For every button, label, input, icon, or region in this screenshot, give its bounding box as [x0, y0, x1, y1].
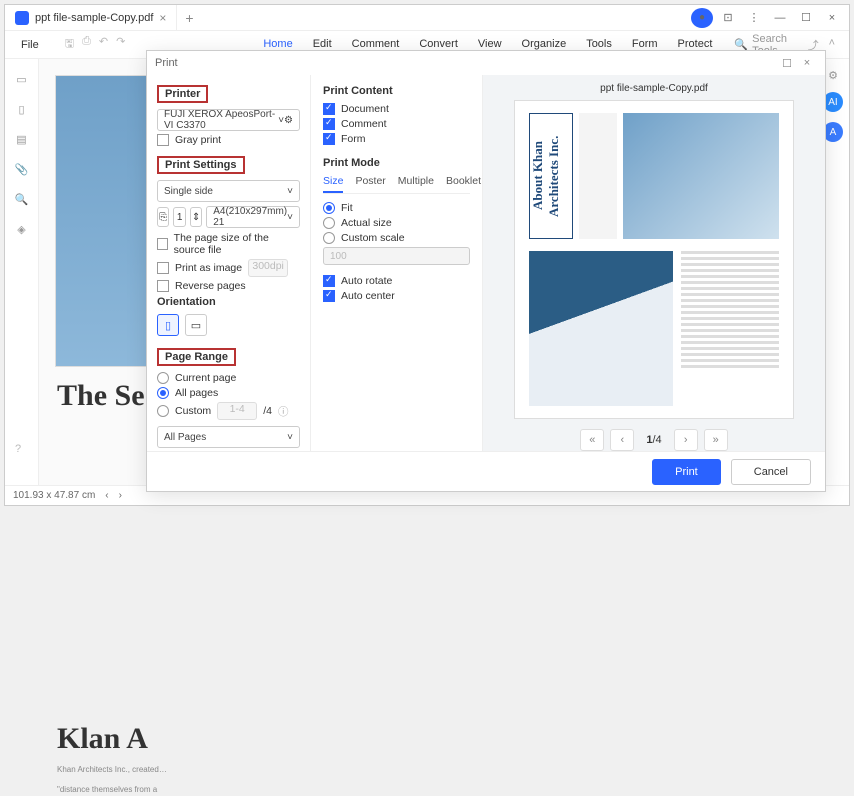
source-size-checkbox[interactable]: The page size of the source file — [157, 232, 300, 256]
printer-select[interactable]: FUJI XEROX ApeosPort-VI C3370 ˅ ⚙ — [157, 109, 300, 131]
feedback-icon[interactable]: ⊡ — [717, 8, 739, 28]
mode-tab-booklet[interactable]: Booklet — [446, 175, 481, 193]
pager-prev[interactable]: ‹ — [610, 429, 634, 451]
page-range-label: Page Range — [157, 348, 236, 366]
custom-range-radio[interactable]: Custom 1-4 /4 ⓘ — [157, 402, 300, 420]
dialog-close-icon[interactable]: × — [797, 57, 817, 69]
auto-center-checkbox[interactable]: Auto center — [323, 290, 470, 302]
preview-image-2 — [529, 251, 673, 406]
left-rail: ▭ ▯ ▤ 📎 🔍 ◈ — [5, 59, 39, 485]
copies-input[interactable]: 1 — [173, 207, 185, 227]
preview-pager: « ‹ 1/4 › » — [580, 429, 727, 451]
pager-first[interactable]: « — [580, 429, 604, 451]
cancel-button[interactable]: Cancel — [731, 459, 811, 485]
dialog-title: Print — [155, 57, 178, 69]
more-icon[interactable]: ⋮ — [743, 8, 765, 28]
mode-tab-multiple[interactable]: Multiple — [398, 175, 434, 193]
sides-select[interactable]: Single side˅ — [157, 180, 300, 202]
reverse-pages-checkbox[interactable]: Reverse pages — [157, 280, 300, 292]
print-content-label: Print Content — [323, 85, 470, 97]
help-icon[interactable]: ? — [15, 443, 21, 455]
undo-icon[interactable]: ↶ — [99, 35, 108, 54]
assist-button[interactable]: A — [823, 122, 843, 142]
user-avatar[interactable]: ● — [691, 8, 713, 28]
content-document-checkbox[interactable]: Document — [323, 103, 470, 115]
printer-section-label: Printer — [157, 85, 208, 103]
page-total: /4 — [263, 405, 272, 417]
print-dialog: Print ☐ × Printer FUJI XEROX ApeosPort-V… — [146, 50, 826, 492]
preview-title: ppt file-sample-Copy.pdf — [600, 83, 708, 94]
chevron-down-icon: ˅ — [287, 186, 293, 197]
mode-tab-size[interactable]: Size — [323, 175, 343, 193]
dpi-input[interactable]: 300dpi — [248, 259, 288, 277]
preview-side-block — [579, 113, 617, 239]
layers-icon[interactable]: ◈ — [14, 221, 30, 237]
next-page-icon[interactable]: › — [119, 490, 122, 501]
maximize-button[interactable]: ☐ — [795, 8, 817, 28]
cursor-coords: 101.93 x 47.87 cm — [13, 490, 95, 501]
printer-settings-icon[interactable]: ⚙ — [284, 115, 293, 126]
print-as-image-checkbox[interactable]: Print as image300dpi — [157, 259, 300, 277]
print-preview: About Khan Architects Inc. — [514, 100, 794, 419]
actual-size-radio[interactable]: Actual size — [323, 217, 470, 229]
thumbnail-icon[interactable]: ▭ — [14, 71, 30, 87]
sliders-icon[interactable]: ⚙ — [828, 69, 838, 82]
collapse-ribbon-icon[interactable]: ˄ — [829, 37, 835, 53]
search-panel-icon[interactable]: 🔍 — [14, 191, 30, 207]
orientation-portrait[interactable]: ▯ — [157, 314, 179, 336]
app-icon — [15, 11, 29, 25]
close-window-button[interactable]: × — [821, 8, 843, 28]
custom-range-input[interactable]: 1-4 — [217, 402, 257, 420]
chevron-down-icon: ˅ — [287, 432, 293, 443]
document-tab[interactable]: ppt file-sample-Copy.pdf × — [5, 5, 177, 31]
redo-icon[interactable]: ↷ — [116, 35, 125, 54]
pager-next[interactable]: › — [674, 429, 698, 451]
orientation-label: Orientation — [157, 296, 300, 308]
gray-print-checkbox[interactable]: Gray print — [157, 134, 300, 146]
dialog-maximize-icon[interactable]: ☐ — [777, 57, 797, 70]
paper-select[interactable]: A4(210x297mm) 21˅ — [206, 206, 300, 228]
scale-input[interactable]: 100 — [323, 247, 470, 265]
preview-rotated-heading: About Khan Architects Inc. — [529, 113, 573, 239]
fit-radio[interactable]: Fit — [323, 202, 470, 214]
minimize-button[interactable]: — — [769, 8, 791, 28]
mode-tab-poster[interactable]: Poster — [355, 175, 385, 193]
print-icon[interactable]: ⎙ — [82, 35, 91, 54]
content-comment-checkbox[interactable]: Comment — [323, 118, 470, 130]
outline-icon[interactable]: ▤ — [14, 131, 30, 147]
doc-paragraph: Khan Architects Inc., created… — [57, 765, 799, 775]
pages-subset-select[interactable]: All Pages˅ — [157, 426, 300, 448]
new-tab-button[interactable]: + — [177, 10, 201, 26]
auto-rotate-checkbox[interactable]: Auto rotate — [323, 275, 470, 287]
titlebar: ppt file-sample-Copy.pdf × + ● ⊡ ⋮ — ☐ × — [5, 5, 849, 31]
custom-scale-radio[interactable]: Custom scale — [323, 232, 470, 244]
print-mode-label: Print Mode — [323, 157, 470, 169]
current-page-radio[interactable]: Current page — [157, 372, 300, 384]
orientation-landscape[interactable]: ▭ — [185, 314, 207, 336]
tab-close-icon[interactable]: × — [159, 11, 166, 25]
file-menu[interactable]: File — [11, 39, 49, 51]
chevron-down-icon: ˅ — [287, 212, 293, 223]
content-form-checkbox[interactable]: Form — [323, 133, 470, 145]
doc-heading-2: Klan A — [57, 722, 799, 755]
copies-stepper[interactable]: ⇕ — [190, 207, 202, 227]
preview-image-1 — [623, 113, 779, 239]
bookmark-icon[interactable]: ▯ — [14, 101, 30, 117]
pager-last[interactable]: » — [704, 429, 728, 451]
copies-icon: ⎘ — [157, 207, 169, 227]
print-button[interactable]: Print — [652, 459, 721, 485]
tab-title: ppt file-sample-Copy.pdf — [35, 12, 153, 24]
ai-button[interactable]: AI — [823, 92, 843, 112]
range-help-icon[interactable]: ⓘ — [278, 404, 289, 419]
pager-total: /4 — [652, 434, 661, 446]
preview-text-block — [681, 251, 779, 406]
printer-value: FUJI XEROX ApeosPort-VI C3370 — [164, 109, 278, 131]
save-icon[interactable]: 🖫 — [65, 35, 74, 54]
attachment-icon[interactable]: 📎 — [14, 161, 30, 177]
all-pages-radio[interactable]: All pages — [157, 387, 300, 399]
prev-page-icon[interactable]: ‹ — [105, 490, 108, 501]
print-settings-label: Print Settings — [157, 156, 245, 174]
doc-paragraph-2: "distance themselves from a — [57, 785, 799, 795]
